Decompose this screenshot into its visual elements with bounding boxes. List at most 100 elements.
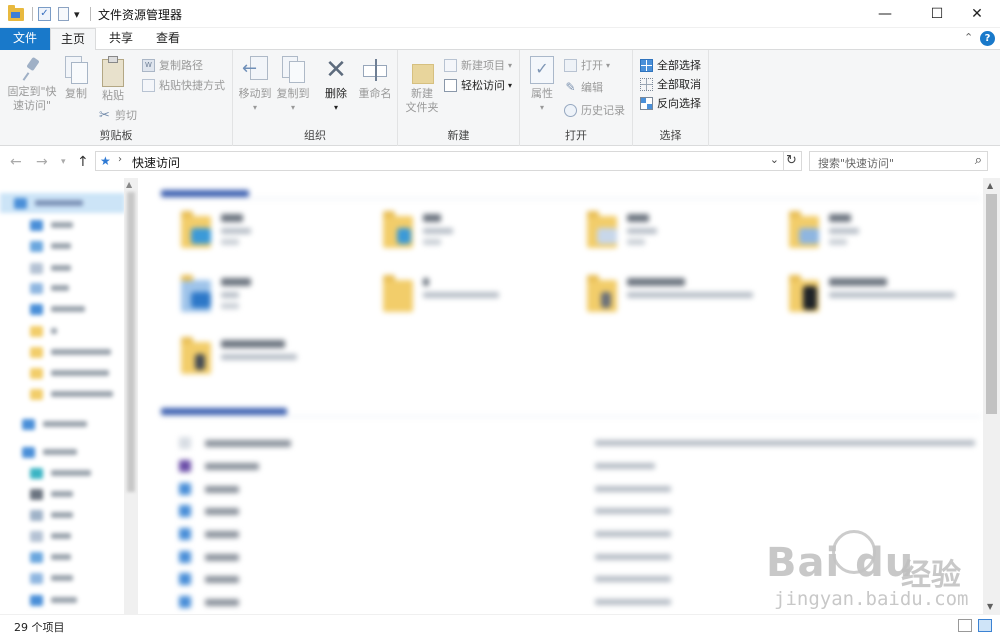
- nav-item[interactable]: [0, 215, 125, 235]
- nav-item[interactable]: [0, 442, 125, 462]
- nav-item[interactable]: [0, 321, 125, 341]
- edit-button[interactable]: ✎ 编辑: [564, 78, 603, 96]
- up-arrow-icon[interactable]: ↑: [77, 154, 89, 170]
- folder-tile[interactable]: [785, 275, 975, 336]
- nav-item[interactable]: [0, 505, 125, 525]
- select-all-button[interactable]: 全部选择: [640, 56, 701, 74]
- title-bar: ✓ ▾ 文件资源管理器 — ☐ ✕: [0, 0, 1000, 28]
- new-item-label: 新建项目: [461, 59, 505, 72]
- file-list-scroll-thumb[interactable]: [986, 194, 997, 414]
- cut-button[interactable]: ✂ 剪切: [98, 106, 137, 124]
- address-dropdown-icon[interactable]: ⌄: [770, 153, 779, 166]
- nav-item[interactable]: [0, 590, 125, 610]
- nav-item[interactable]: [0, 258, 125, 278]
- new-folder-button[interactable]: 新建 文件夹: [402, 56, 442, 115]
- scroll-up-arrow-icon[interactable]: ▲: [126, 180, 132, 189]
- copy-label: 复制: [65, 87, 87, 100]
- history-button[interactable]: 历史记录: [564, 101, 625, 119]
- move-to-button[interactable]: 移动到 ▾: [237, 56, 273, 115]
- frequent-folders-header[interactable]: [161, 188, 981, 199]
- nav-item[interactable]: [0, 568, 125, 588]
- new-item-button[interactable]: 新建项目 ▾: [444, 56, 512, 74]
- recent-file-row[interactable]: [175, 478, 975, 498]
- copy-path-icon: W: [142, 58, 155, 72]
- folder-tile[interactable]: [583, 211, 773, 272]
- recent-files-header[interactable]: [161, 406, 981, 417]
- organize-group-label: 组织: [304, 129, 326, 142]
- nav-pane-scroll-thumb[interactable]: [127, 192, 135, 492]
- easy-access-button[interactable]: 轻松访问 ▾: [444, 76, 512, 94]
- address-bar[interactable]: ★ › 快速访问 ⌄: [95, 151, 784, 171]
- navigation-pane[interactable]: [0, 178, 138, 614]
- nav-item[interactable]: [0, 299, 125, 319]
- new-folder-quick-icon[interactable]: [58, 6, 69, 22]
- nav-item[interactable]: [0, 342, 125, 362]
- nav-item[interactable]: [0, 363, 125, 383]
- properties-button[interactable]: 属性 ▾: [526, 56, 558, 115]
- collapse-ribbon-icon[interactable]: ⌃: [964, 31, 973, 44]
- pin-icon: [21, 56, 43, 82]
- open-group-label: 打开: [565, 129, 587, 142]
- recent-file-row[interactable]: [175, 432, 975, 452]
- nav-item[interactable]: [0, 278, 125, 298]
- folder-tile[interactable]: [583, 275, 773, 336]
- details-view-icon[interactable]: [958, 619, 972, 632]
- easy-access-icon: [444, 78, 457, 92]
- nav-pane-scrollbar[interactable]: ▲: [124, 178, 138, 614]
- delete-x-icon: ✕: [325, 55, 347, 85]
- ribbon-tabs: 文件 主页 共享 查看 ⌃ ?: [0, 28, 1000, 51]
- nav-item[interactable]: [0, 414, 125, 434]
- nav-item[interactable]: [0, 384, 125, 404]
- search-input[interactable]: 搜索"快速访问" ⌕: [809, 151, 988, 171]
- status-bar: 29 个项目: [0, 614, 1000, 636]
- properties-quick-icon[interactable]: ✓: [38, 6, 51, 22]
- nav-item[interactable]: [0, 547, 125, 567]
- invert-selection-button[interactable]: 反向选择: [640, 94, 701, 112]
- refresh-icon[interactable]: ↻: [782, 151, 802, 171]
- tab-share[interactable]: 共享: [100, 28, 142, 50]
- folder-tile[interactable]: [177, 211, 367, 272]
- breadcrumb-quick-access[interactable]: 快速访问: [132, 154, 180, 171]
- pin-to-quick-access-button[interactable]: 固定到"快 速访问": [4, 56, 60, 113]
- breadcrumb-chevron-icon[interactable]: ›: [118, 154, 122, 165]
- nav-item[interactable]: [0, 484, 125, 504]
- tab-view[interactable]: 查看: [146, 28, 190, 50]
- recent-locations-dropdown-icon[interactable]: ▾: [61, 157, 66, 167]
- help-icon[interactable]: ?: [980, 31, 995, 46]
- copy-button[interactable]: 复制: [60, 56, 92, 101]
- nav-item[interactable]: [0, 463, 125, 483]
- large-icons-view-icon[interactable]: [978, 619, 992, 632]
- folder-tile[interactable]: [379, 211, 569, 272]
- minimize-button[interactable]: —: [862, 0, 908, 28]
- rename-label: 重命名: [358, 87, 392, 100]
- forward-arrow-icon[interactable]: →: [36, 154, 48, 170]
- pin-label-1: 固定到"快: [7, 85, 57, 98]
- recent-file-row[interactable]: [175, 455, 975, 475]
- folder-tile[interactable]: [379, 275, 569, 336]
- scissors-icon: ✂: [99, 107, 110, 123]
- nav-item-quick-access[interactable]: [0, 193, 125, 213]
- select-none-button[interactable]: 全部取消: [640, 75, 701, 93]
- back-arrow-icon[interactable]: ←: [10, 154, 22, 170]
- paste-shortcut-button[interactable]: 粘贴快捷方式: [142, 76, 225, 94]
- paste-button[interactable]: 粘贴: [96, 56, 130, 103]
- delete-button[interactable]: ✕ 删除 ▾: [319, 56, 353, 115]
- customize-quick-access-dropdown[interactable]: ▾: [74, 6, 80, 22]
- rename-button[interactable]: 重命名: [355, 56, 395, 101]
- nav-item[interactable]: [0, 236, 125, 256]
- open-label: 打开: [581, 59, 603, 72]
- folder-tile[interactable]: [177, 275, 367, 336]
- scroll-up-arrow-icon[interactable]: ▲: [987, 181, 993, 190]
- rename-icon: [361, 56, 389, 84]
- folder-tile[interactable]: [785, 211, 975, 272]
- copy-to-button[interactable]: 复制到 ▾: [275, 56, 311, 115]
- nav-item[interactable]: [0, 526, 125, 546]
- new-folder-label-1: 新建: [411, 87, 433, 100]
- folder-tile[interactable]: [177, 337, 367, 398]
- close-button[interactable]: ✕: [954, 0, 1000, 28]
- copy-path-button[interactable]: W 复制路径: [142, 56, 203, 74]
- recent-file-row[interactable]: [175, 500, 975, 520]
- open-button[interactable]: 打开 ▾: [564, 56, 610, 74]
- tab-home[interactable]: 主页: [50, 28, 96, 51]
- tab-file[interactable]: 文件: [0, 28, 50, 50]
